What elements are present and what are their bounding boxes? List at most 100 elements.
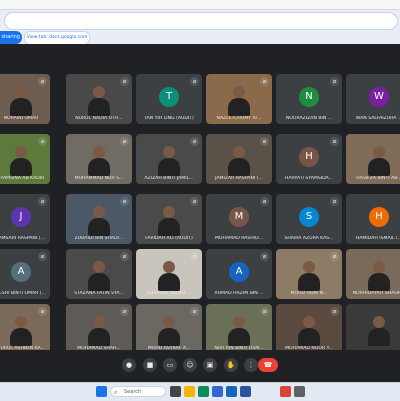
sharing-button[interactable]: sharing <box>0 31 22 44</box>
participant-tile[interactable]: ⌀ NURUL ASHIKIN KA... <box>0 304 50 354</box>
participant-video <box>158 316 180 346</box>
more-options-icon[interactable]: ⋮ <box>244 358 258 372</box>
participant-video <box>158 206 180 236</box>
participant-tile[interactable]: T ⌀ TAN YIH LING (AUDIT) <box>136 74 202 124</box>
participant-tile[interactable]: A ⌀ AHMAD HAZIM BIN ... <box>206 249 272 299</box>
end-call-icon[interactable]: ☎ <box>258 358 278 372</box>
participant-tile[interactable]: ⌀HASIFZA BINTI AB... <box>346 134 400 184</box>
mic-muted-icon: ⌀ <box>190 197 199 206</box>
participant-tile[interactable]: ⌀ SYAMSINA AB KADIR <box>0 134 50 184</box>
participant-name: JAMIZAR RASPANI (... <box>215 176 263 181</box>
participant-tile[interactable]: S ⌀ SHAIRA AZURA KAS... <box>276 194 342 244</box>
participant-tile[interactable]: ⌀ MOHD HOW N... <box>276 249 342 299</box>
participant-video <box>228 146 250 176</box>
participant-tile[interactable]: ⌀ AZIZAH BINTI JAMIL... <box>136 134 202 184</box>
participant-video <box>368 146 390 176</box>
word-icon[interactable] <box>240 386 251 397</box>
taskbar-search[interactable]: ⌕ Search <box>110 386 166 397</box>
avatar: A <box>11 262 31 282</box>
windows-start-icon[interactable] <box>96 386 107 397</box>
mic-muted-icon: ⌀ <box>260 252 269 261</box>
file-explorer-icon[interactable] <box>184 386 195 397</box>
participant-tile[interactable]: H ⌀ HARYATI SYAMSIDA... <box>276 134 342 184</box>
participant-name: MUHAMMAD NUR S... <box>74 176 124 181</box>
avatar: T <box>159 87 179 107</box>
participant-tile[interactable]: ⌀ FARIDAH ALI (AUDIT) <box>136 194 202 244</box>
participant-name: HASIFZA BINTI AB... <box>356 176 400 181</box>
mic-muted-icon: ⌀ <box>38 307 47 316</box>
avatar: S <box>299 207 319 227</box>
mic-muted-icon: ⌀ <box>190 252 199 261</box>
mic-muted-icon: ⌀ <box>120 77 129 86</box>
participant-name: AZIZAH BINTI JAMIL... <box>144 176 194 181</box>
participant-tile[interactable]: W⌀WAN SALFAIZURA ... <box>346 74 400 124</box>
view-tab-button[interactable]: View tab: docs.google.com <box>24 31 90 45</box>
edge-icon[interactable] <box>198 386 209 397</box>
participant-video <box>158 146 180 176</box>
mic-muted-icon: ⌀ <box>330 77 339 86</box>
mic-muted-icon: ⌀ <box>120 307 129 316</box>
participant-tile[interactable]: ⌀ MOHAMAD NOOR Y... <box>276 304 342 354</box>
participant-tile[interactable]: J ⌀ JAMSARI RASPANI (... <box>0 194 50 244</box>
raise-hand-icon[interactable]: ✋ <box>224 358 238 372</box>
participant-video <box>10 86 32 116</box>
avatar: N <box>299 87 319 107</box>
participant-name: MOHAMAD RASHID... <box>214 236 264 241</box>
mic-muted-icon: ⌀ <box>260 197 269 206</box>
participant-tile[interactable]: ⌀ MUHAMMAD NUR S... <box>66 134 132 184</box>
participant-video <box>10 316 32 346</box>
participant-video <box>88 86 110 116</box>
participant-tile[interactable]: ⌀ SHAHRUL NIZAM ... <box>136 249 202 299</box>
participant-name: HARYATI SYAMSIDA... <box>285 176 333 181</box>
mic-muted-icon: ⌀ <box>120 252 129 261</box>
participant-name: WAN SALFAIZURA ... <box>355 116 400 121</box>
emoji-icon[interactable]: ☺ <box>183 358 197 372</box>
participant-video <box>88 261 110 291</box>
participant-tile[interactable]: ⌀ MOHD ASYRAF A... <box>136 304 202 354</box>
participant-name: STAZANA FATIN SYA... <box>74 291 124 296</box>
participant-tile[interactable]: N ⌀ NOORAZIZAN BIN ... <box>276 74 342 124</box>
avatar: M <box>229 207 249 227</box>
browser-chrome: sharing View tab: docs.google.com <box>0 0 400 45</box>
participant-video <box>298 316 320 346</box>
participant-tile[interactable]: ⌀ <box>346 304 400 354</box>
address-bar[interactable] <box>4 12 398 30</box>
settings-icon[interactable] <box>294 386 305 397</box>
mic-muted-icon: ⌀ <box>260 77 269 86</box>
mic-muted-icon: ⌀ <box>330 307 339 316</box>
participant-name: ZUBAIDI BIN SHADI... <box>74 236 124 241</box>
camera-icon[interactable]: ■ <box>143 358 157 372</box>
participant-tile[interactable]: ⌀ MOHAMAD SHAH... <box>66 304 132 354</box>
participant-tile[interactable]: H⌀HAMIDAH ISMAIL (... <box>346 194 400 244</box>
chrome-icon[interactable] <box>280 386 291 397</box>
mic-muted-icon: ⌀ <box>190 137 199 146</box>
avatar: H <box>299 147 319 167</box>
meeting-grid: ⌀ NORAINI OMAR ⌀ NURUL NADIA OTH... T ⌀ TAN YI… <box>0 44 400 354</box>
participant-tile[interactable]: ⌀ ZUBAIDI BIN SHADI... <box>66 194 132 244</box>
captions-icon[interactable]: ▭ <box>163 358 177 372</box>
avatar: W <box>369 87 389 107</box>
task-view-icon[interactable] <box>170 386 181 397</box>
participant-tile[interactable]: ⌀ NUR AIN BINTI OSM... <box>206 304 272 354</box>
participant-tile[interactable]: ⌀ NURUL NADIA OTH... <box>66 74 132 124</box>
participant-name: SHAHRUL NIZAM ... <box>146 291 192 296</box>
mic-icon[interactable]: ● <box>122 358 136 372</box>
participant-name: NORAINI OMAR <box>3 116 39 121</box>
present-icon[interactable]: ▣ <box>203 358 217 372</box>
participant-tile[interactable]: A ⌀ ALSHI BINTI OMAR (... <box>0 249 50 299</box>
participant-tile[interactable]: ⌀ STAZANA FATIN SYA... <box>66 249 132 299</box>
avatar: H <box>369 207 389 227</box>
participant-tile[interactable]: ⌀ JAMIZAR RASPANI (... <box>206 134 272 184</box>
participant-video <box>368 316 390 346</box>
participant-tile[interactable]: M ⌀ MOHAMAD RASHID... <box>206 194 272 244</box>
mic-muted-icon: ⌀ <box>38 197 47 206</box>
participant-video <box>88 316 110 346</box>
participant-tile[interactable]: ⌀ NORAINI OMAR <box>0 74 50 124</box>
mic-muted-icon: ⌀ <box>190 77 199 86</box>
store-icon[interactable] <box>212 386 223 397</box>
participant-tile[interactable]: ⌀NORHIDAYATI SHAHR... <box>346 249 400 299</box>
mic-muted-icon: ⌀ <box>38 137 47 146</box>
participant-tile[interactable]: ⌀ NAZLETCHUMY A/... <box>206 74 272 124</box>
mail-icon[interactable] <box>226 386 237 397</box>
mic-muted-icon: ⌀ <box>330 137 339 146</box>
